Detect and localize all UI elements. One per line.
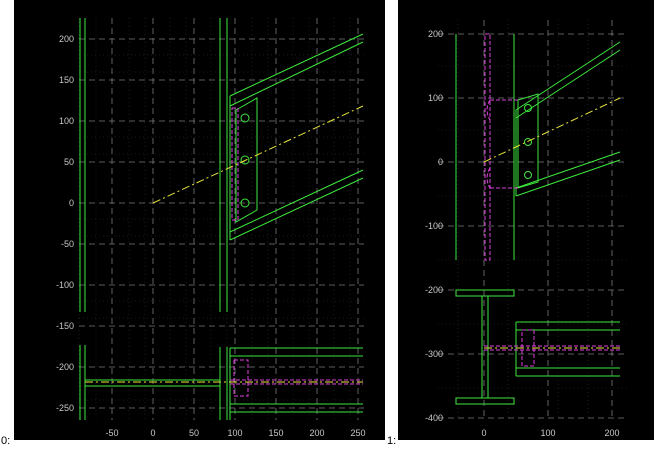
view-1-y-tick: -400 bbox=[425, 413, 443, 423]
view-1-label: 1: bbox=[387, 435, 397, 447]
view-0-y-tick: 0 bbox=[69, 198, 74, 208]
view-0-canvas[interactable]: -50 0 50 100 150 200 250 200 150 100 50 … bbox=[14, 0, 385, 440]
view-1-y-tick: 0 bbox=[438, 157, 443, 167]
view-0-x-tick: 0 bbox=[150, 428, 155, 438]
view-1-x-tick: 100 bbox=[540, 428, 555, 438]
view-1-y-tick: -200 bbox=[425, 285, 443, 295]
view-1-y-ticks: 200 100 0 -100 -200 -300 -400 bbox=[425, 29, 443, 423]
bolt-hole bbox=[524, 171, 532, 179]
view-0-y-tick: -100 bbox=[56, 280, 74, 290]
view-0-major-grid bbox=[79, 18, 364, 420]
view-0-panel[interactable]: -50 0 50 100 150 200 250 200 150 100 50 … bbox=[14, 0, 385, 440]
view-0-beam-centerline bbox=[152, 105, 364, 204]
view-0-y-tick: -50 bbox=[61, 239, 74, 249]
view-0-x-tick: 50 bbox=[189, 428, 199, 438]
view-0-x-tick: 200 bbox=[309, 428, 324, 438]
view-0-column[interactable] bbox=[79, 18, 228, 312]
view-1-lower-section[interactable] bbox=[455, 289, 620, 405]
bolt-hole bbox=[524, 138, 532, 146]
view-1-beam-flanges[interactable] bbox=[515, 41, 621, 197]
view-1-canvas[interactable]: 0 100 200 200 100 0 -100 -200 -300 -400 bbox=[398, 0, 654, 440]
view-0-x-tick: -50 bbox=[105, 428, 118, 438]
view-0-x-tick: 250 bbox=[350, 428, 365, 438]
view-0-x-tick: 150 bbox=[268, 428, 283, 438]
view-0-y-tick: -250 bbox=[56, 403, 74, 413]
view-1-x-tick: 200 bbox=[604, 428, 619, 438]
view-1-panel[interactable]: 0 100 200 200 100 0 -100 -200 -300 -400 bbox=[398, 0, 654, 440]
view-0-y-tick: 150 bbox=[59, 75, 74, 85]
view-1-fine-grid bbox=[438, 20, 628, 420]
view-1-major-grid bbox=[438, 20, 628, 420]
view-0-y-tick: 100 bbox=[59, 116, 74, 126]
view-0-lower-section[interactable] bbox=[79, 345, 363, 420]
view-1-x-ticks: 0 100 200 bbox=[481, 428, 619, 438]
view-1-y-tick: 100 bbox=[428, 93, 443, 103]
view-1-x-tick: 0 bbox=[481, 428, 486, 438]
view-1-y-tick: -100 bbox=[425, 221, 443, 231]
view-0-y-ticks: 200 150 100 50 0 -50 -100 -150 -200 -250 bbox=[56, 34, 74, 413]
view-0-y-tick: 200 bbox=[59, 34, 74, 44]
view-1-y-tick: 200 bbox=[428, 29, 443, 39]
view-0-y-tick: 50 bbox=[64, 157, 74, 167]
view-1-y-tick: -300 bbox=[425, 349, 443, 359]
view-0-y-tick: -200 bbox=[56, 362, 74, 372]
view-0-label: 0: bbox=[1, 435, 11, 447]
view-0-y-tick: -150 bbox=[56, 321, 74, 331]
view-0-x-tick: 100 bbox=[227, 428, 242, 438]
view-1-beam-centerline bbox=[483, 97, 621, 163]
view-0-fine-grid bbox=[78, 18, 364, 420]
view-0-x-ticks: -50 0 50 100 150 200 250 bbox=[105, 428, 365, 438]
